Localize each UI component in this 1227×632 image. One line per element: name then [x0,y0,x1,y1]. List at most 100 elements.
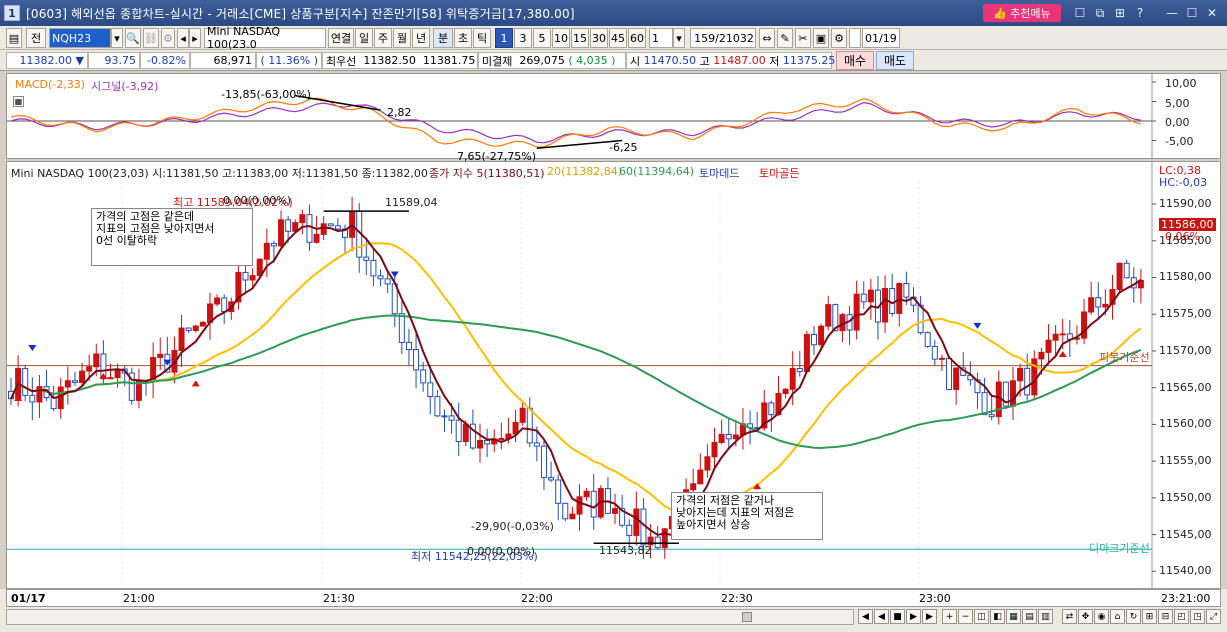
candle-body [725,433,732,440]
date-input[interactable]: 01/19 [862,28,900,48]
window-button-1[interactable]: ☐ [1072,5,1088,21]
candle-body [285,219,292,232]
close-button[interactable]: ✕ [1204,5,1220,21]
code-dropdown-icon[interactable]: ▾ [111,28,123,48]
note-box-top: 가격의 고점은 같은데 지표의 고점은 낮아지면서 0선 이탈하락 [91,208,253,266]
tool-7-icon[interactable]: ⊟ [1158,609,1173,624]
speaker-icon[interactable]: ◂ [177,28,189,48]
interval-15[interactable]: 15 [571,28,589,48]
interval-1[interactable]: 1 [495,28,513,48]
horizontal-scrollbar[interactable] [6,609,854,625]
candle-body [448,415,455,421]
interval-10[interactable]: 10 [552,28,570,48]
tool-1-icon[interactable]: ⇄ [1062,609,1077,624]
maximize-button[interactable]: ☐ [1184,5,1200,21]
macd-line [10,97,1142,148]
view-1-icon[interactable]: ◫ [974,609,989,624]
interval-30[interactable]: 30 [590,28,608,48]
interval-3[interactable]: 3 [514,28,532,48]
candle-body [576,496,583,515]
draw-icon[interactable]: ✎ [777,28,793,48]
macd-peak-value: 2,82 [387,106,412,119]
period-week[interactable]: 주 [374,28,392,48]
period-month[interactable]: 월 [393,28,411,48]
tool-4-icon[interactable]: ⌂ [1110,609,1125,624]
scissors-icon[interactable]: ✂ [795,28,811,48]
time-label: 21:00 [123,592,155,605]
view-5-icon[interactable]: ▥ [1038,609,1053,624]
candle-body [50,396,57,410]
link-chart-button[interactable]: 연결 [328,28,354,48]
macd-panel[interactable]: MACD(-2,33) 시그널(-3,92) ▦ -13,85(-63,00%)… [6,73,1221,163]
code-input[interactable]: NQH23 [49,28,111,48]
period-tick[interactable]: 틱 [473,28,491,48]
tool-2-icon[interactable]: ✥ [1078,609,1093,624]
tool-8-icon[interactable]: ◰ [1174,609,1189,624]
view-3-icon[interactable]: ▦ [1006,609,1021,624]
tool-6-icon[interactable]: ⊞ [1142,609,1157,624]
window-button-2[interactable]: ⧉ [1092,5,1108,21]
interval-45[interactable]: 45 [609,28,627,48]
period-day[interactable]: 일 [355,28,373,48]
link-icon[interactable]: ⛓ [143,28,159,48]
grid-table-icon[interactable]: ▦ [13,96,24,107]
ma20-legend: 20(11382,84) [547,165,623,178]
buy-button[interactable]: 매수 [836,51,874,70]
thumbs-up-icon: 👍 [993,6,1008,20]
macd-peak-annotation: -13,85(-63,00%) [221,88,311,101]
signal-legend: 시그널(-3,92) [91,80,159,93]
help-button[interactable]: ? [1132,5,1148,21]
layout-toggle-icon[interactable]: ▤ [6,28,22,48]
candle-body [214,297,221,305]
tool-9-icon[interactable]: ◳ [1190,609,1205,624]
count-field[interactable]: 159/21032 [690,28,756,48]
candle-body [434,396,441,417]
candle-body [405,341,412,351]
candle-body [519,407,526,423]
zoom-in-icon[interactable]: + [942,609,957,624]
price-y-tick: 11585,00 [1159,233,1212,247]
mode-selector[interactable]: 전 [26,28,46,48]
interval-dropdown-icon[interactable]: ▾ [673,28,685,48]
candle-body [199,321,206,327]
tool-10-icon[interactable]: ⤢ [1206,609,1221,624]
candle-body [29,394,36,403]
interval-60[interactable]: 60 [628,28,646,48]
tool-5-icon[interactable]: ↻ [1126,609,1141,624]
candle-body [64,380,71,388]
scroll-icon[interactable]: ⇔ [759,28,775,48]
condition-icon[interactable]: ⚙ [161,28,175,48]
candle-body [1102,303,1109,308]
view-4-icon[interactable]: ▤ [1022,609,1037,624]
zoom-out-icon[interactable]: − [958,609,973,624]
screen-number[interactable]: 1 [4,5,20,21]
search-icon[interactable]: 🔍 [125,28,141,48]
sell-button[interactable]: 매도 [876,51,914,70]
candle-body [1081,311,1088,339]
nav-stop-icon[interactable]: ■ [890,609,905,624]
save-icon[interactable]: ▣ [813,28,829,48]
prev-next-icon[interactable]: ▸ [189,28,201,48]
price-panel[interactable]: Mini NASDAQ 100(23,03) 시:11381,50 고:1138… [6,161,1221,589]
date-checkbox[interactable] [849,28,861,48]
tool-3-icon[interactable]: ◉ [1094,609,1109,624]
nav-last-icon[interactable]: ▶ [922,609,937,624]
settings-icon[interactable]: ⚙ [831,28,847,48]
minimize-button[interactable]: — [1164,5,1180,21]
recommend-menu-button[interactable]: 👍 추천메뉴 [983,4,1061,22]
view-2-icon[interactable]: ◧ [990,609,1005,624]
candle-body [633,508,640,536]
title-bar: 1 [0603] 해외선옵 종합차트-실시간 - 거래소[CME] 상품구분[지… [0,0,1227,26]
period-second[interactable]: 초 [454,28,472,48]
nav-first-icon[interactable]: ◀ [858,609,873,624]
nav-prev-icon[interactable]: ◀ [874,609,889,624]
candle-body [313,233,320,243]
period-year[interactable]: 년 [412,28,430,48]
scroll-thumb[interactable] [742,612,752,622]
period-minute[interactable]: 분 [433,28,453,48]
signal-arrow [191,380,200,387]
interval-input[interactable]: 1 [649,28,673,48]
nav-next-icon[interactable]: ▶ [906,609,921,624]
interval-5[interactable]: 5 [533,28,551,48]
window-button-3[interactable]: ⊞ [1112,5,1128,21]
